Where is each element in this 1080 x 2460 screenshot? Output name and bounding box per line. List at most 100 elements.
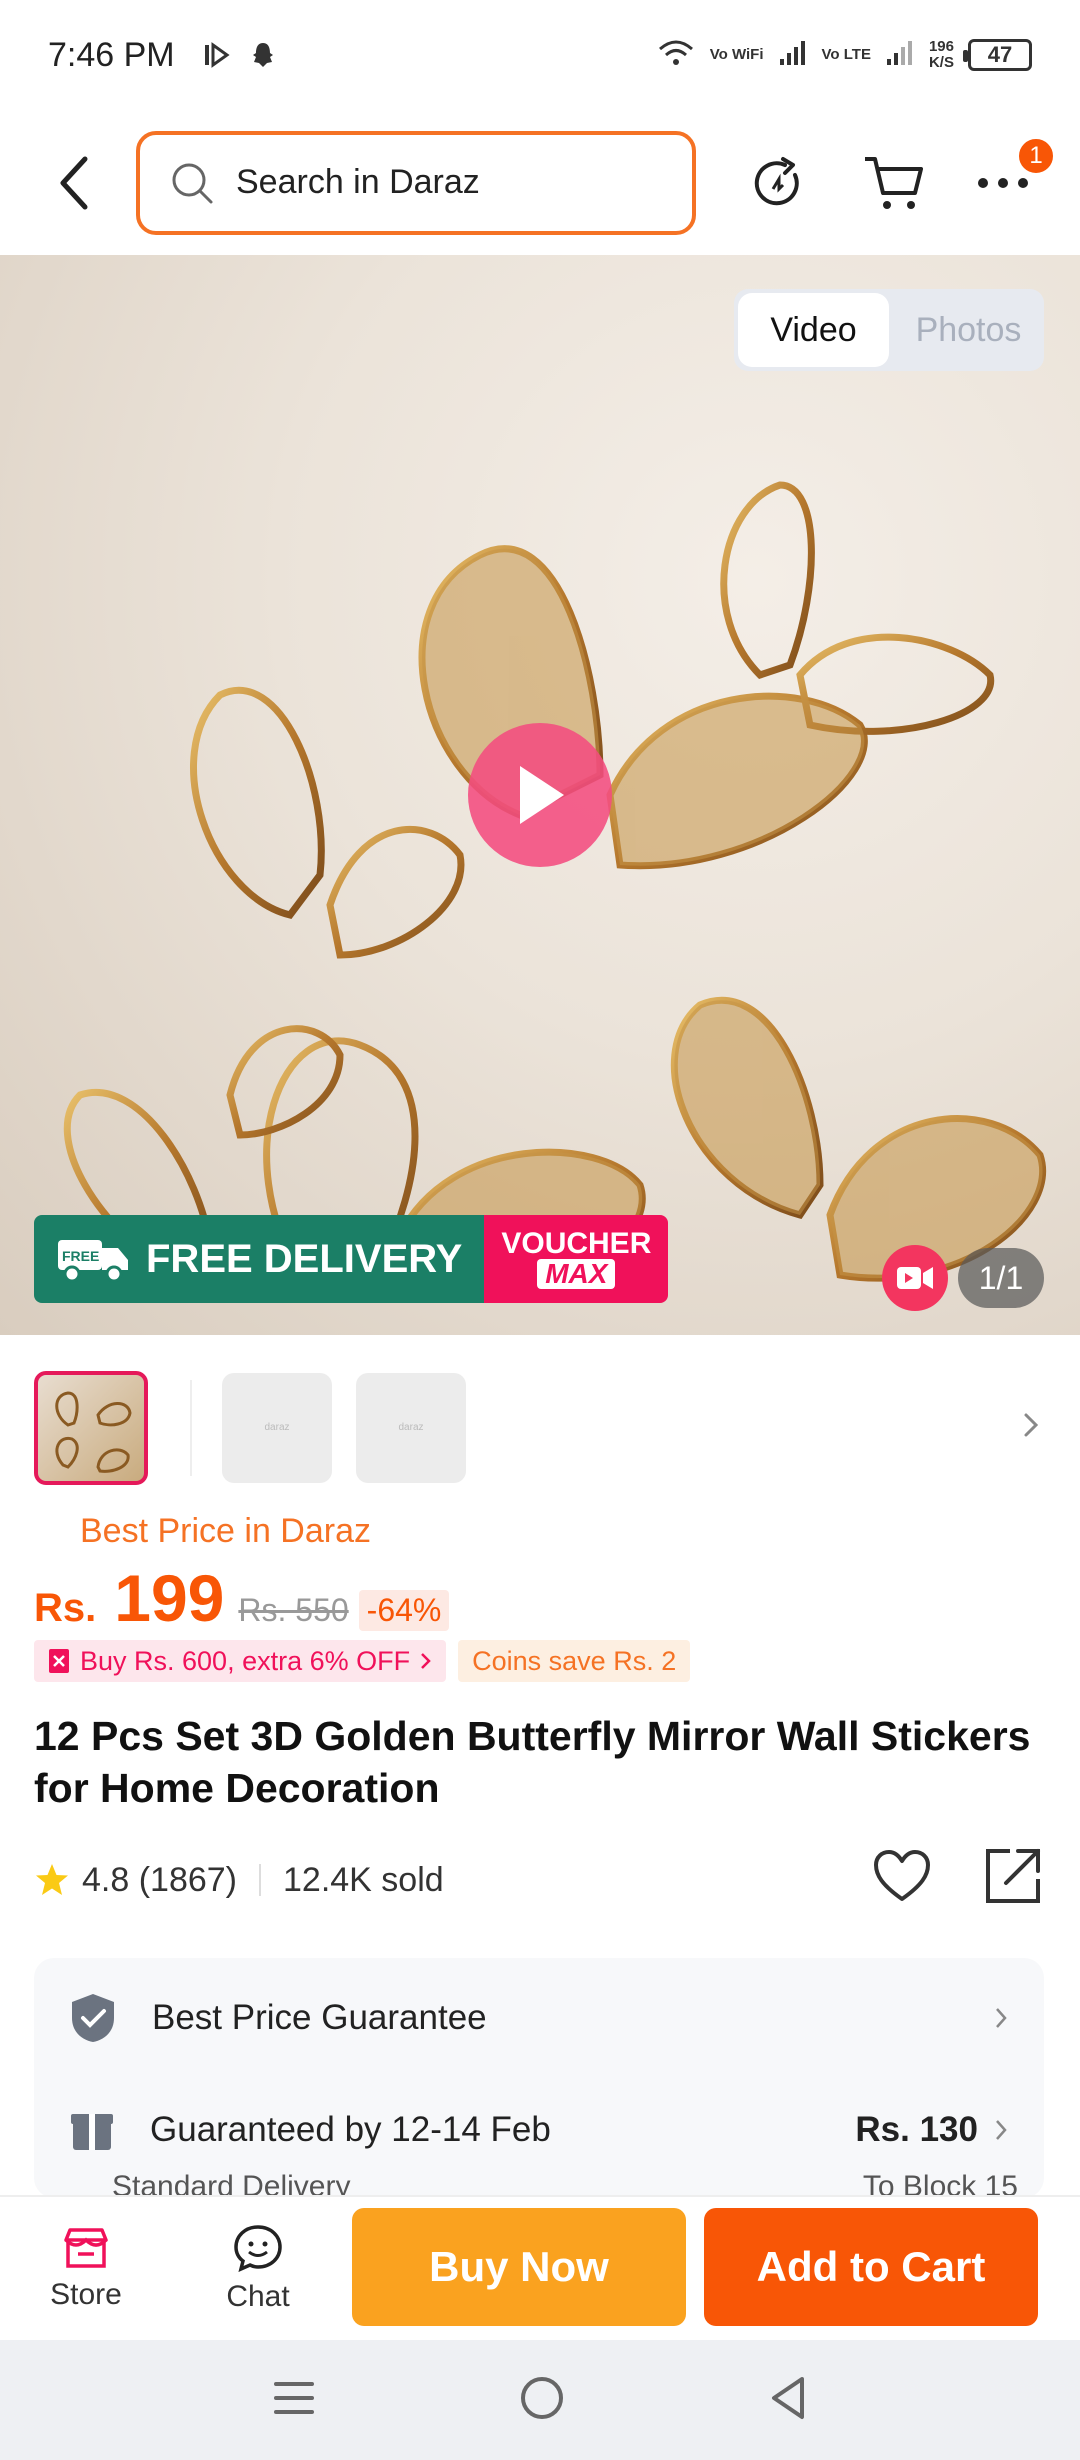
vo-wifi-label: Vo WiFi bbox=[709, 46, 764, 63]
delivery-row[interactable]: Guaranteed by 12-14 Feb Rs. 130 bbox=[34, 2094, 1044, 2166]
home-circle-icon bbox=[520, 2376, 563, 2419]
share-refresh-button[interactable] bbox=[742, 148, 812, 218]
thumbnail-divider bbox=[190, 1379, 192, 1476]
status-bar: 7:46 PM Vo WiFi Vo LTE 196 K/S 47 bbox=[0, 0, 1080, 110]
system-nav-bar bbox=[0, 2340, 1080, 2460]
delivery-price-wrap: Rs. 130 bbox=[855, 2110, 1008, 2150]
play-icon bbox=[520, 766, 564, 824]
chat-button[interactable]: Chat bbox=[172, 2224, 344, 2314]
truck-free-text: FREE bbox=[62, 1248, 99, 1264]
wifi-icon bbox=[656, 37, 696, 74]
signal-2-icon bbox=[885, 39, 915, 72]
network-speed-value: 196 bbox=[928, 38, 954, 55]
vo-lte-label: Vo LTE bbox=[821, 46, 871, 63]
voucher-max-badge: VOUCHER MAX bbox=[484, 1215, 669, 1303]
more-menu-button[interactable]: 1 bbox=[968, 135, 1056, 218]
play-button[interactable] bbox=[468, 723, 612, 867]
tab-photos[interactable]: Photos bbox=[893, 289, 1044, 371]
truck-icon: FREE bbox=[58, 1240, 128, 1283]
rating-actions bbox=[872, 1845, 1044, 1916]
bundle-offer-text: Buy Rs. 600, extra 6% OFF bbox=[80, 1645, 411, 1676]
service-info-card: Best Price Guarantee Guaranteed by 12-14… bbox=[34, 1958, 1044, 2198]
menu-icon bbox=[273, 2381, 314, 2414]
delivery-price: Rs. 130 bbox=[855, 2110, 978, 2149]
media-tab-switcher: Video Photos bbox=[734, 289, 1044, 371]
wishlist-button[interactable] bbox=[872, 1849, 932, 1912]
promo-banner: FREE FREE DELIVERY VOUCHER MAX bbox=[34, 1215, 669, 1303]
status-right: Vo WiFi Vo LTE 196 K/S 47 bbox=[656, 37, 1032, 74]
bundle-offer-chip[interactable]: Buy Rs. 600, extra 6% OFF bbox=[34, 1640, 447, 1682]
system-back-button[interactable] bbox=[768, 2375, 808, 2426]
chat-label: Chat bbox=[226, 2279, 290, 2313]
signal-icon bbox=[778, 39, 808, 72]
search-icon bbox=[172, 163, 213, 203]
refresh-icon bbox=[754, 156, 799, 205]
buy-now-button[interactable]: Buy Now bbox=[352, 2208, 686, 2326]
chevron-right-icon bbox=[996, 2120, 1007, 2140]
back-triangle-icon bbox=[772, 2376, 805, 2419]
network-speed-unit: K/S bbox=[928, 54, 954, 71]
add-to-cart-button[interactable]: Add to Cart bbox=[704, 2208, 1038, 2326]
sold-count: 12.4K sold bbox=[283, 1860, 444, 1899]
thumbnail-strip: daraz daraz bbox=[0, 1335, 1080, 1520]
snapchat-icon bbox=[243, 35, 283, 75]
cart-button[interactable] bbox=[858, 148, 928, 218]
video-camera-icon bbox=[897, 1267, 933, 1289]
shield-check-icon bbox=[72, 1994, 114, 2042]
free-delivery-label: FREE DELIVERY bbox=[146, 1236, 463, 1281]
package-icon bbox=[71, 2114, 113, 2150]
rating-value[interactable]: 4.8 (1867) bbox=[82, 1861, 237, 1900]
home-button[interactable] bbox=[519, 2375, 565, 2426]
notification-badge: 1 bbox=[1016, 135, 1056, 176]
currency-label: Rs. bbox=[34, 1586, 97, 1630]
chevron-right-icon bbox=[996, 2008, 1007, 2028]
original-price: Rs. 550 bbox=[238, 1592, 349, 1628]
rating-divider bbox=[259, 1864, 261, 1896]
search-input[interactable]: Search in Daraz bbox=[136, 130, 696, 235]
best-price-guarantee-row[interactable]: Best Price Guarantee bbox=[34, 1982, 1044, 2054]
product-media[interactable]: Video Photos FREE FREE DELIVERY VOUCHER … bbox=[0, 255, 1080, 1335]
store-button[interactable]: Store bbox=[0, 2226, 172, 2312]
media-notification-icon bbox=[197, 35, 237, 75]
more-icon bbox=[978, 177, 1028, 188]
current-price: 199 bbox=[114, 1561, 225, 1635]
star-icon bbox=[36, 1864, 68, 1895]
max-label: MAX bbox=[537, 1259, 616, 1289]
battery-icon: 47 bbox=[963, 39, 1032, 71]
delivery-date-label: Guaranteed by 12-14 Feb bbox=[150, 2110, 551, 2149]
best-price-label: Best Price in Daraz bbox=[80, 1512, 371, 1550]
best-price-guarantee-label: Best Price Guarantee bbox=[152, 1998, 487, 2037]
store-icon bbox=[64, 2227, 108, 2268]
store-label: Store bbox=[50, 2277, 122, 2311]
chevron-right-icon bbox=[421, 1653, 431, 1669]
share-icon bbox=[986, 1848, 1040, 1903]
price-row: Rs. 199 Rs. 550 -64% bbox=[34, 1560, 450, 1636]
media-counter: 1/1 bbox=[958, 1248, 1044, 1308]
status-time: 7:46 PM bbox=[48, 35, 175, 74]
cart-icon bbox=[865, 156, 923, 209]
back-arrow-icon bbox=[60, 156, 88, 209]
discount-badge: -64% bbox=[358, 1590, 450, 1631]
voucher-label: VOUCHER bbox=[501, 1227, 652, 1260]
product-title: 12 Pcs Set 3D Golden Butterfly Mirror Wa… bbox=[34, 1713, 1031, 1811]
share-button[interactable] bbox=[982, 1845, 1044, 1916]
network-speed: 196 K/S bbox=[929, 39, 954, 71]
search-placeholder: Search in Daraz bbox=[236, 163, 480, 201]
thumbnail-1[interactable] bbox=[34, 1370, 148, 1485]
rating-row: 4.8 (1867) 12.4K sold bbox=[34, 1848, 1044, 1910]
video-camera-button[interactable] bbox=[882, 1245, 948, 1311]
top-nav: Search in Daraz 1 bbox=[0, 110, 1080, 255]
heart-icon bbox=[874, 1849, 930, 1901]
recent-apps-button[interactable] bbox=[272, 2378, 316, 2423]
back-button[interactable] bbox=[40, 148, 110, 218]
voucher-icon bbox=[49, 1649, 69, 1673]
chat-icon bbox=[234, 2224, 282, 2272]
thumbnail-2[interactable]: daraz bbox=[222, 1372, 332, 1483]
tab-video[interactable]: Video bbox=[738, 293, 889, 367]
free-delivery-badge: FREE FREE DELIVERY bbox=[34, 1215, 485, 1303]
chevron-right-icon bbox=[1024, 1413, 1039, 1437]
thumbnail-next-button[interactable] bbox=[1022, 1411, 1040, 1444]
thumbnail-3[interactable]: daraz bbox=[356, 1372, 466, 1483]
coins-chip[interactable]: Coins save Rs. 2 bbox=[458, 1640, 691, 1682]
offer-row: Buy Rs. 600, extra 6% OFF Coins save Rs.… bbox=[34, 1640, 691, 1682]
